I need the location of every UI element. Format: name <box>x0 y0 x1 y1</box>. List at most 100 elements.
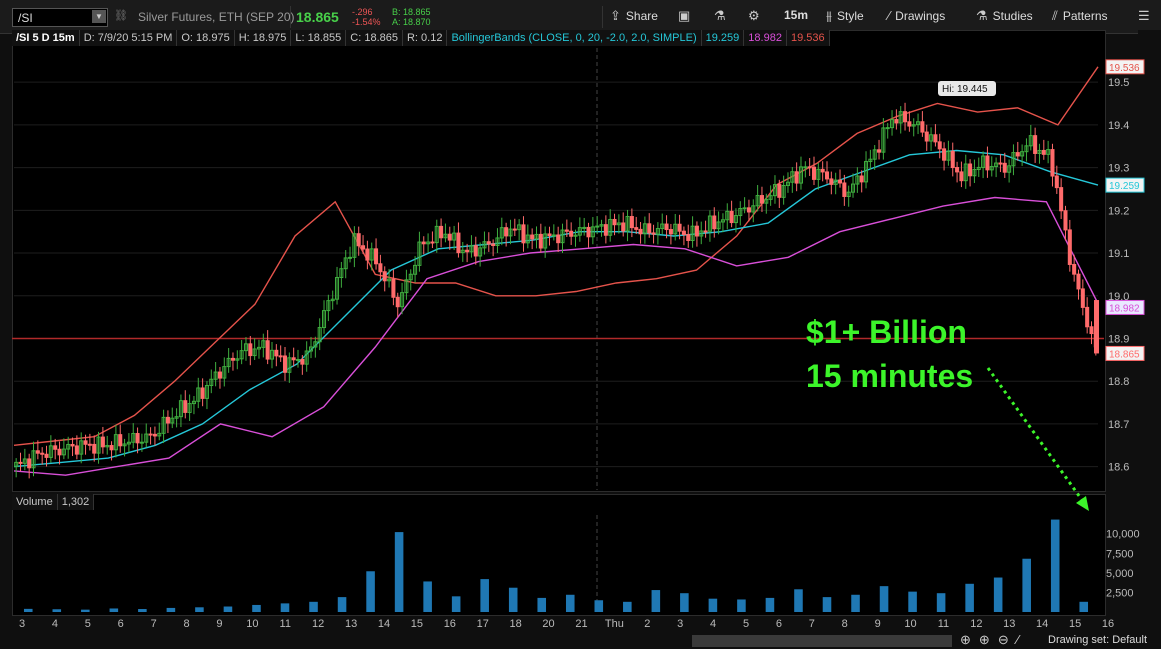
candle-body <box>1072 263 1077 275</box>
volume-bar <box>337 597 347 612</box>
candle-body <box>877 149 882 153</box>
candle-body <box>712 215 717 230</box>
drawing-set-label: Drawing set: Default <box>1048 634 1148 646</box>
candle-body <box>968 163 973 177</box>
candle-body <box>794 171 799 184</box>
volume-tick-label: 10,000 <box>1106 529 1140 541</box>
volume-bar <box>737 599 746 612</box>
candle-body <box>903 111 908 123</box>
chart-canvas: 19.519.419.319.219.119.018.918.818.718.6… <box>12 48 1145 630</box>
price-tag-text: 18.865 <box>1109 349 1140 360</box>
candle-body <box>651 232 656 235</box>
candle-body <box>686 234 691 241</box>
annotation-line-2: 15 minutes <box>806 358 974 394</box>
price-tick-label: 19.5 <box>1108 77 1129 89</box>
candle-body <box>282 355 288 373</box>
candle-body <box>44 453 49 458</box>
time-tick-label: 6 <box>118 618 124 630</box>
candle-body <box>291 357 296 361</box>
candle-body <box>746 207 751 213</box>
candle-body <box>152 433 157 437</box>
candle-body <box>1050 149 1055 177</box>
candle-body <box>829 178 834 185</box>
price-tick-label: 19.1 <box>1108 248 1129 260</box>
time-tick-label: 5 <box>85 618 91 630</box>
candle-body <box>1033 135 1038 154</box>
volume-bar <box>280 603 290 612</box>
candle-body <box>634 227 639 230</box>
time-tick-label: 13 <box>1003 618 1015 630</box>
candle-body <box>100 436 105 448</box>
candle-body <box>165 416 170 424</box>
candle-body <box>300 358 305 365</box>
candle-body <box>447 233 452 241</box>
time-tick-label: Thu <box>605 618 624 630</box>
time-tick-label: 9 <box>875 618 881 630</box>
volume-bar <box>908 591 917 612</box>
candle-body <box>647 223 652 234</box>
zoom-in-icon[interactable]: ⊕ <box>979 632 990 648</box>
time-tick-label: 2 <box>644 618 650 630</box>
time-tick-label: 21 <box>575 618 587 630</box>
time-tick-label: 16 <box>1102 618 1114 630</box>
volume-bar <box>1079 601 1089 612</box>
candle-body <box>148 433 153 436</box>
candle-body <box>83 440 88 445</box>
time-scrollbar[interactable] <box>692 635 952 647</box>
candle-body <box>278 355 283 358</box>
time-tick-label: 20 <box>542 618 554 630</box>
candle-body <box>803 166 808 169</box>
candle-body <box>391 278 396 298</box>
candle-body <box>638 228 643 235</box>
time-tick-label: 15 <box>411 618 423 630</box>
candle-body <box>759 195 764 204</box>
candle-body <box>27 458 32 469</box>
crosshair-icon[interactable]: ⊕ <box>960 632 971 648</box>
volume-bar <box>195 607 204 612</box>
candle-body <box>70 443 75 447</box>
zoom-out-icon[interactable]: ⊖ <box>998 632 1009 648</box>
candle-body <box>538 233 543 249</box>
volume-bar <box>851 594 860 612</box>
annotation-arrow <box>986 367 1084 501</box>
candle-body <box>18 461 23 464</box>
volume-bar <box>138 609 147 612</box>
price-tick-label: 19.2 <box>1108 205 1129 217</box>
volume-bar <box>309 601 318 612</box>
candle-body <box>885 127 890 130</box>
volume-bar <box>936 593 946 612</box>
candle-body <box>907 121 912 127</box>
volume-bar <box>1022 558 1031 612</box>
volume-bar <box>708 598 718 612</box>
volume-bar <box>81 609 90 612</box>
candle-body <box>486 241 491 245</box>
time-tick-label: 8 <box>183 618 189 630</box>
candle-body <box>521 224 526 244</box>
candle-body <box>183 400 188 413</box>
price-tag-text: 19.259 <box>1109 181 1140 192</box>
candle-body-last <box>1094 300 1099 354</box>
time-tick-label: 12 <box>970 618 982 630</box>
candle-body <box>551 234 556 237</box>
price-tag-text: 19.536 <box>1109 63 1140 74</box>
volume-bar <box>394 532 404 612</box>
candle-body <box>87 443 92 446</box>
volume-bar <box>794 589 803 612</box>
price-tick-label: 19.3 <box>1108 163 1129 175</box>
time-tick-label: 14 <box>1036 618 1048 630</box>
candle-body <box>933 134 938 143</box>
candle-body <box>374 248 379 265</box>
candle-body <box>1076 273 1081 290</box>
draw-line-icon[interactable]: ⁄ <box>1017 632 1019 648</box>
candle-body <box>200 387 205 399</box>
candle-body <box>694 225 699 237</box>
candle-body <box>512 228 517 231</box>
candle-body <box>395 296 400 308</box>
candle-body <box>668 229 673 235</box>
candle-body <box>504 227 509 237</box>
time-tick-label: 7 <box>151 618 157 630</box>
candle-body <box>1002 162 1007 173</box>
candle-body <box>950 150 955 169</box>
volume-bar <box>537 597 547 612</box>
time-tick-label: 11 <box>938 618 949 630</box>
